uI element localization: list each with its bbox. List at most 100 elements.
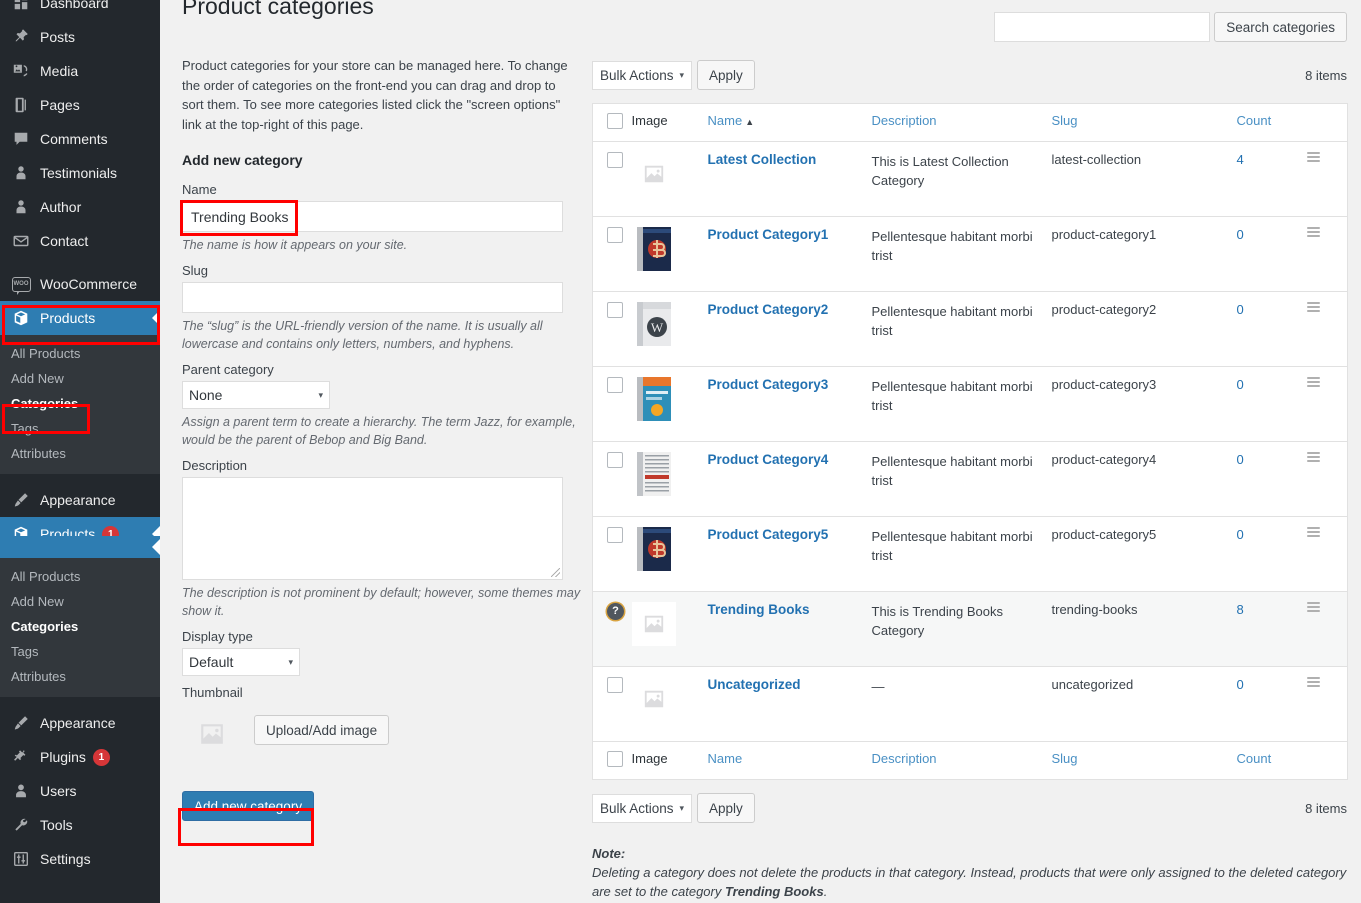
submenu-item-tags[interactable]: Tags xyxy=(0,416,160,441)
sidebar-item-contact[interactable]: Contact xyxy=(0,224,160,258)
row-select-cell[interactable] xyxy=(593,667,632,742)
row-count-cell[interactable]: 8 xyxy=(1236,591,1307,667)
row-count-cell[interactable]: 0 xyxy=(1237,292,1307,367)
drag-handle-icon[interactable] xyxy=(1306,602,1320,614)
sidebar-item-posts[interactable]: Posts xyxy=(0,20,160,54)
table-row[interactable]: Uncategorized — uncategorized 0 xyxy=(592,667,1348,742)
sidebar-item-products[interactable]: Products xyxy=(0,301,160,335)
search-categories-button[interactable]: Search categories xyxy=(1214,12,1347,42)
row-select-cell[interactable] xyxy=(593,442,632,517)
row-handle-cell[interactable] xyxy=(1306,142,1348,217)
sidebar-item-testimonials[interactable]: Testimonials xyxy=(0,156,160,190)
sidebar-item-pages[interactable]: Pages xyxy=(0,88,160,122)
column-header-count-link[interactable]: Count xyxy=(1237,113,1272,128)
row-handle-cell[interactable] xyxy=(1306,667,1348,742)
category-name-link[interactable]: Product Category3 xyxy=(708,377,829,392)
submenu-item-all-products[interactable]: All Products xyxy=(0,341,160,366)
category-name-link[interactable]: Product Category2 xyxy=(708,302,829,317)
drag-handle-icon[interactable] xyxy=(1306,302,1320,314)
upload-add-image-button[interactable]: Upload/Add image xyxy=(254,715,390,745)
sidebar-item-tools[interactable]: Tools xyxy=(0,808,160,842)
submenu-item-tags-2[interactable]: Tags xyxy=(0,639,160,664)
row-name-cell[interactable]: Product Category2 xyxy=(708,292,872,367)
table-row[interactable]: W Product Category2 Pellentesque habitant … xyxy=(592,292,1348,367)
row-checkbox[interactable] xyxy=(607,152,623,168)
sidebar-item-woocommerce[interactable]: WOO WooCommerce xyxy=(0,267,160,301)
sidebar-item-media[interactable]: Media xyxy=(0,54,160,88)
column-footer-description-link[interactable]: Description xyxy=(872,751,937,766)
row-handle-cell[interactable] xyxy=(1306,367,1348,442)
table-row[interactable]: Latest Collection This is Latest Collecti… xyxy=(592,142,1348,217)
sidebar-item-dashboard[interactable]: Dashboard xyxy=(0,0,160,20)
drag-handle-icon[interactable] xyxy=(1306,452,1320,464)
row-checkbox[interactable] xyxy=(607,677,623,693)
row-select-cell[interactable] xyxy=(593,142,632,217)
category-name-link[interactable]: Product Category1 xyxy=(708,227,829,242)
row-count-cell[interactable]: 0 xyxy=(1237,667,1307,742)
row-select-cell[interactable] xyxy=(593,367,632,442)
column-footer-slug[interactable]: Slug xyxy=(1051,741,1237,780)
column-header-name-link[interactable]: Name ▲ xyxy=(708,113,755,128)
category-count-link[interactable]: 0 xyxy=(1237,677,1244,692)
row-name-cell[interactable]: Latest Collection xyxy=(708,142,872,217)
submenu-item-attributes[interactable]: Attributes xyxy=(0,441,160,466)
submenu-item-all-products-2[interactable]: All Products xyxy=(0,564,160,589)
help-icon[interactable]: ? xyxy=(607,603,624,620)
column-header-slug-link[interactable]: Slug xyxy=(1052,113,1078,128)
apply-button-bottom[interactable]: Apply xyxy=(697,793,755,823)
row-handle-cell[interactable] xyxy=(1306,217,1348,292)
category-count-link[interactable]: 0 xyxy=(1237,452,1244,467)
category-name-link[interactable]: Trending Books xyxy=(708,602,810,617)
bulk-actions-select-bottom[interactable]: Bulk Actions ▾ xyxy=(592,793,692,823)
add-new-category-button[interactable]: Add new category xyxy=(182,791,315,821)
column-header-count[interactable]: Count xyxy=(1236,103,1307,142)
select-all-checkbox[interactable] xyxy=(607,113,623,129)
category-count-link[interactable]: 8 xyxy=(1237,602,1244,617)
table-row[interactable]: ? Trending Books This is Trending Books Ca… xyxy=(592,591,1348,667)
column-footer-count-link[interactable]: Count xyxy=(1237,751,1272,766)
category-count-link[interactable]: 0 xyxy=(1237,377,1244,392)
column-footer-name-link[interactable]: Name xyxy=(708,751,743,766)
submenu-item-add-new-2[interactable]: Add New xyxy=(0,589,160,614)
row-handle-cell[interactable] xyxy=(1306,442,1348,517)
column-header-slug[interactable]: Slug xyxy=(1051,103,1237,142)
category-name-link[interactable]: Product Category4 xyxy=(708,452,829,467)
row-handle-cell[interactable] xyxy=(1306,591,1348,667)
row-select-cell[interactable] xyxy=(593,517,632,592)
column-footer-description[interactable]: Description xyxy=(871,741,1052,780)
sidebar-item-appearance-2[interactable]: Appearance xyxy=(0,706,160,740)
category-count-link[interactable]: 0 xyxy=(1237,302,1244,317)
row-checkbox[interactable] xyxy=(607,377,623,393)
sidebar-item-settings[interactable]: Settings xyxy=(0,842,160,876)
search-input[interactable] xyxy=(994,12,1211,42)
column-header-description[interactable]: Description xyxy=(871,103,1052,142)
category-name-link[interactable]: Product Category5 xyxy=(708,527,829,542)
slug-input[interactable] xyxy=(182,282,563,313)
bulk-actions-select-top[interactable]: Bulk Actions ▾ xyxy=(592,60,692,90)
drag-handle-icon[interactable] xyxy=(1306,152,1320,164)
row-count-cell[interactable]: 0 xyxy=(1237,217,1307,292)
drag-handle-icon[interactable] xyxy=(1306,677,1320,689)
row-select-cell[interactable]: ? xyxy=(592,591,632,667)
row-handle-cell[interactable] xyxy=(1306,517,1348,592)
row-select-cell[interactable] xyxy=(593,217,632,292)
row-handle-cell[interactable] xyxy=(1306,292,1348,367)
table-row[interactable]: Product Category1 Pellentesque habitant m… xyxy=(592,217,1348,292)
sidebar-item-comments[interactable]: Comments xyxy=(0,122,160,156)
sidebar-item-author[interactable]: Author xyxy=(0,190,160,224)
apply-button-top[interactable]: Apply xyxy=(697,60,755,90)
drag-handle-icon[interactable] xyxy=(1306,377,1320,389)
submenu-item-attributes-2[interactable]: Attributes xyxy=(0,664,160,689)
row-name-cell[interactable]: Uncategorized xyxy=(708,667,872,742)
row-select-cell[interactable] xyxy=(593,292,632,367)
row-name-cell[interactable]: Trending Books xyxy=(707,591,872,667)
category-name-link[interactable]: Latest Collection xyxy=(708,152,817,167)
submenu-item-add-new[interactable]: Add New xyxy=(0,366,160,391)
drag-handle-icon[interactable] xyxy=(1306,527,1320,539)
row-count-cell[interactable]: 0 xyxy=(1237,442,1307,517)
row-checkbox[interactable] xyxy=(607,302,623,318)
sidebar-item-appearance[interactable]: Appearance xyxy=(0,483,160,517)
category-count-link[interactable]: 4 xyxy=(1237,152,1244,167)
column-footer-name[interactable]: Name xyxy=(707,741,872,780)
description-textarea[interactable] xyxy=(182,477,563,580)
